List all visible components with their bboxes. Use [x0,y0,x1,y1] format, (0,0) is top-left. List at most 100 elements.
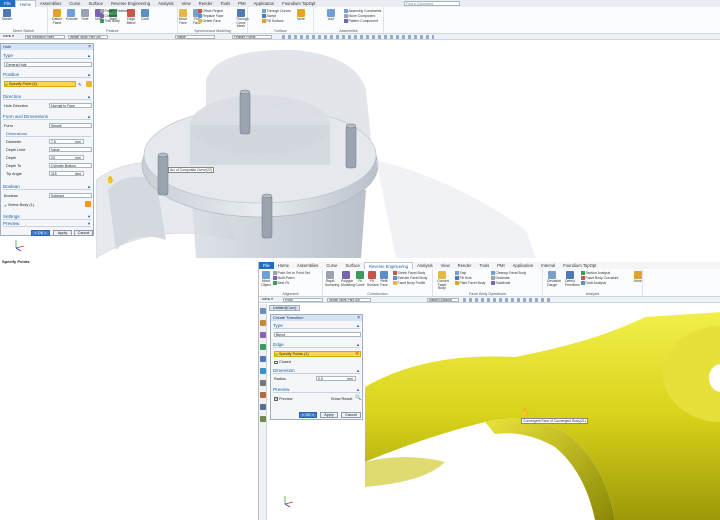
tab-reverse-engineering[interactable]: Reverse Engineering [107,0,154,7]
decimate-button[interactable]: Decimate [491,276,510,280]
specify-point-field[interactable]: Specify Point (4) [4,81,76,87]
deviation-gauge-button[interactable]: Deviation Gauge [547,271,561,287]
chamfer-button[interactable]: Chamfer [100,14,118,18]
tab-pmi[interactable]: PMI [234,0,249,7]
tab-tools[interactable]: Tools [216,0,234,7]
edge-section-header[interactable]: Edge [273,342,360,348]
hole-direction-select[interactable]: Normal to Face [49,103,92,108]
closed-checkbox[interactable] [274,360,278,364]
specify-points-field[interactable]: Specify Points (1) [274,351,361,357]
best-fit-button[interactable]: Best Fit [273,281,289,285]
move-component-button[interactable]: Move Component [344,14,375,18]
tab-analysis[interactable]: Analysis [413,262,437,269]
radius-input[interactable]: 0.5 mm [316,376,356,381]
replace-face-button[interactable]: Replace Face [198,14,223,18]
chevron-up-icon[interactable]: ▲ [87,53,91,58]
through-curves-button[interactable]: Through Curves [262,9,291,13]
process-studio-icon[interactable] [260,404,266,410]
add-button[interactable]: Add [326,9,336,22]
chevron-down-icon[interactable]: ▼ [87,214,91,219]
preview-section-header[interactable]: Preview [273,387,360,393]
tab-view[interactable]: View [437,262,454,269]
swept-button[interactable]: Swept [262,14,276,18]
direction-section-header[interactable]: Direction [3,94,91,100]
point-dialog-icon[interactable] [86,81,92,87]
tab-assemblies[interactable]: Assemblies [293,262,322,269]
boolean-section-header[interactable]: Boolean [3,184,91,190]
form-select[interactable]: Simple [49,123,92,128]
menu-button[interactable]: Menu ▾ [261,298,277,302]
chevron-up-icon[interactable]: ▲ [356,342,360,347]
through-curve-mesh-button[interactable]: Through Curve Mesh [236,9,249,29]
apply-button[interactable]: Apply [320,412,338,418]
datum-plane-button[interactable]: Datum Plane [52,9,62,25]
dimensions-subheader[interactable]: Dimensions [6,131,91,137]
bottom-3d-viewport[interactable] [365,312,720,520]
chevron-up-icon[interactable]: ▲ [87,72,91,77]
tab-home[interactable]: Home [274,262,293,269]
close-icon[interactable]: × [88,44,91,50]
fill-surface-button[interactable]: Fill Surface [262,19,283,23]
show-result-label[interactable]: Show Result [331,397,352,401]
tab-curve[interactable]: Curve [322,262,341,269]
multi-patch-button[interactable]: Multi-Patch [273,276,294,280]
more-button[interactable]: More [296,9,306,22]
pattern-component-button[interactable]: Pattern Component [344,19,378,23]
facet-body-curvature-button[interactable]: Facet Body Curvature [581,276,618,280]
type-section-header[interactable]: Type [3,53,91,59]
selection-filter-select[interactable]: Point [283,298,323,302]
tab-file[interactable]: File [259,262,274,269]
close-icon[interactable]: × [357,315,360,321]
sketch-section-icon[interactable]: ✎ [78,82,81,87]
chevron-up-icon[interactable]: ▲ [87,184,91,189]
form-section-header[interactable]: Form and Dimensions [3,114,91,120]
history-icon[interactable] [260,356,266,362]
cancel-button[interactable]: Cancel [74,230,93,236]
tab-file[interactable]: File [0,0,15,7]
document-tab[interactable]: Untitled(Curv) [269,305,301,311]
assembly-navigator-icon[interactable] [260,320,266,326]
cleanup-facet-body-button[interactable]: Cleanup Facet Body [491,271,526,275]
body-select-icon[interactable] [85,201,91,207]
detect-primitives-button[interactable]: Detect Primitives [565,271,580,287]
chevron-up-icon[interactable]: ▲ [356,323,360,328]
snap-select[interactable]: Inside/Crossing [427,298,459,302]
fill-hole-button[interactable]: Fill Hole [455,276,472,280]
menu-button[interactable]: Menu ▾ [2,35,18,39]
tab-surface[interactable]: Surface [85,0,107,7]
depth-input[interactable]: 20 mm [49,155,84,160]
magnifier-icon[interactable]: 🔍 [355,395,361,401]
system-materials-icon[interactable] [260,392,266,398]
rapid-surfacing-button[interactable]: Rapid Surfacing [325,271,339,287]
polygon-modeling-button[interactable]: Polygon Modeling [341,271,355,287]
subdivide-button[interactable]: Subdivide [491,281,510,285]
hole-button[interactable]: Hole [80,9,90,22]
constraint-navigator-icon[interactable] [260,332,266,338]
preview-checkbox[interactable]: ✔ [274,397,278,401]
cancel-button[interactable]: Cancel [341,412,361,418]
section-analysis-button[interactable]: Section Analysis [581,271,610,275]
diameter-input[interactable]: 7.5 mm [49,139,84,144]
shrink-facet-body-button[interactable]: Shrink Facet Body [393,271,425,275]
tab-curve[interactable]: Curve [65,0,84,7]
top-3d-viewport[interactable] [96,40,720,258]
selection-scope-select[interactable]: Within Work Part Onl [68,35,108,39]
refit-face-button[interactable]: Refit Face [379,271,389,287]
draft-button[interactable]: Draft [140,9,150,22]
boolean-select[interactable]: Subtract [49,193,92,198]
snap-icons-strip[interactable] [282,35,434,39]
convert-facet-body-button[interactable]: Convert Facet Body [437,271,449,291]
point-set-to-point-set-button[interactable]: Point Set to Point Set [273,271,310,275]
more-button[interactable]: More [633,271,643,284]
settings-section-header[interactable]: Settings [3,214,91,220]
tab-application[interactable]: Application [250,0,279,7]
ok-button[interactable]: < OK > [31,230,50,236]
tip-angle-input[interactable]: 118 deg [49,171,84,176]
offset-region-button[interactable]: Offset Region [198,9,223,13]
extrude-button[interactable]: Extrude [66,9,78,22]
tab-tools[interactable]: Tools [475,262,493,269]
snap-icons-strip[interactable] [463,298,553,302]
tab-internal[interactable]: Internal [537,262,559,269]
extrude-facet-body-button[interactable]: Extrude Facet Body [393,276,427,280]
reuse-library-icon[interactable] [260,344,266,350]
